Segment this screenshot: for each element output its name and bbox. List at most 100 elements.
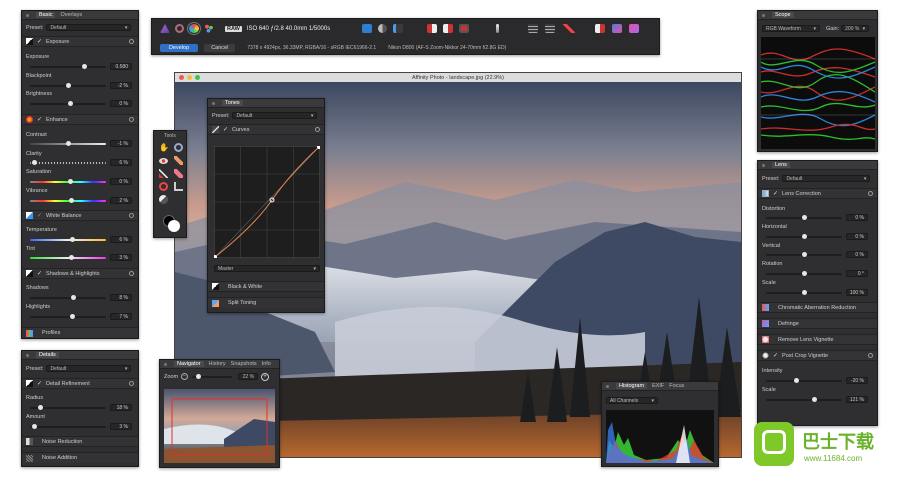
reset-enhance-icon[interactable] [129,117,134,122]
export-persona-icon[interactable] [204,24,214,33]
noise-addition-section[interactable]: Noise Addition [22,452,138,463]
tint-knob[interactable] [69,255,74,260]
horizontal-value[interactable]: 0 % [846,233,868,240]
radius-value[interactable]: 18 % [110,404,132,411]
tint-value[interactable]: 3 % [110,254,132,261]
cancel-button[interactable]: Cancel [204,44,236,52]
rotation-value[interactable]: 0 ° [846,270,868,277]
highlights-value[interactable]: 7 % [110,313,132,320]
curves-channel-select[interactable]: Master ▾ [214,265,320,272]
intensity-knob[interactable] [794,378,799,383]
blemish-tool-icon[interactable] [174,156,183,165]
amount-knob[interactable] [32,424,37,429]
vibrance-knob[interactable] [69,198,74,203]
brightness-slider[interactable] [30,101,106,106]
clipping-shadows-icon[interactable] [427,24,437,33]
tab-focus[interactable]: Focus [669,383,684,389]
saturation-knob[interactable] [68,179,73,184]
rotation-knob[interactable] [802,271,807,276]
contrast-value[interactable]: -1 % [110,140,132,147]
zoom-in-icon[interactable]: + [261,372,270,381]
exposure-value[interactable]: 0.580 [110,63,132,70]
scope-mode-select[interactable]: RGB Waveform ▾ [762,25,820,32]
tones-preset-select[interactable]: Default ▾ [232,112,318,119]
split-toning-section[interactable]: Split Toning [208,297,324,308]
vertical-knob[interactable] [802,252,807,257]
tab-history[interactable]: History [209,361,226,367]
tab-basic[interactable]: Basic [36,12,56,18]
blackpoint-knob[interactable] [66,83,71,88]
develop-button[interactable]: Develop [160,44,199,52]
zoom-tool-icon[interactable] [174,143,183,152]
tint-slider[interactable] [30,255,106,260]
layers-icon[interactable] [545,24,555,33]
reset-lens-correction-icon[interactable] [868,191,873,196]
horizontal-knob[interactable] [802,234,807,239]
clarity-value[interactable]: 6 % [110,159,132,166]
scale-knob[interactable] [802,290,807,295]
saturation-value[interactable]: 0 % [110,178,132,185]
compare-view-icon[interactable] [393,24,403,33]
tab-lens[interactable]: Lens [772,162,790,168]
lens-correction-section[interactable]: ✓ Lens Correction [758,188,877,199]
contrast-slider[interactable] [30,141,106,146]
tab-info[interactable]: Info [262,361,271,367]
split-view-icon[interactable] [362,24,372,33]
gain-select[interactable]: 200 % ▾ [841,25,870,32]
scale-slider[interactable] [766,290,842,295]
exposure-knob[interactable] [82,64,87,69]
amount-value[interactable]: 3 % [110,423,132,430]
tab-overlays[interactable]: Overlays [60,12,82,18]
clarity-slider[interactable] [30,160,106,165]
profiles-section[interactable]: Profiles [22,327,138,338]
zoom-window-icon[interactable] [195,75,200,80]
brush-tool-icon[interactable] [496,24,499,33]
assistant-3-icon[interactable] [629,24,639,33]
tab-tones[interactable]: Tones [222,100,243,106]
overlay-paint-icon[interactable] [159,169,168,178]
assistant-1-icon[interactable] [595,24,605,33]
distortion-slider[interactable] [766,215,842,220]
develop-persona-icon[interactable] [187,22,201,35]
shadows-value[interactable]: 8 % [110,294,132,301]
scale-value[interactable]: 100 % [846,289,868,296]
black-white-section[interactable]: Black & White [208,281,324,292]
radius-slider[interactable] [30,405,106,410]
photo-persona-icon[interactable] [160,24,170,33]
vignette-scale-knob[interactable] [812,397,817,402]
white-balance-section[interactable]: ✓ White Balance [22,210,138,221]
defringe-section[interactable]: Defringe [758,318,877,329]
distortion-knob[interactable] [802,215,807,220]
intensity-value[interactable]: -20 % [846,377,868,384]
red-eye-tool-icon[interactable] [159,158,168,164]
vibrance-slider[interactable] [30,198,106,203]
horizontal-slider[interactable] [766,234,842,239]
chromatic-aberration-section[interactable]: Chromatic Aberration Reduction [758,302,877,313]
liquify-persona-icon[interactable] [175,24,184,33]
shadows-slider[interactable] [30,295,106,300]
color-swatch[interactable] [163,215,180,232]
overlay-erase-icon[interactable] [174,169,183,178]
saturation-slider[interactable] [30,179,106,184]
mirror-view-icon[interactable] [378,24,387,33]
tab-exif[interactable]: EXIF [652,383,664,389]
zoom-out-icon[interactable]: − [181,373,189,380]
enhance-check-icon[interactable]: ✓ [37,116,42,123]
vignette-scale-slider[interactable] [766,397,842,402]
brightness-knob[interactable] [68,101,73,106]
temperature-value[interactable]: 6 % [110,236,132,243]
blackpoint-slider[interactable] [30,83,106,88]
tab-histogram[interactable]: Histogram [616,383,648,389]
vertical-slider[interactable] [766,252,842,257]
lens-preset-select[interactable]: Default ▾ [782,175,871,182]
highlights-knob[interactable] [70,314,75,319]
noise-reduction-section[interactable]: Noise Reduction [22,436,138,447]
clarity-knob[interactable] [32,160,37,165]
clipping-highlights-icon[interactable] [443,24,453,33]
zoom-slider[interactable] [192,373,233,379]
contrast-knob[interactable] [66,141,71,146]
close-window-icon[interactable] [179,75,184,80]
rotation-slider[interactable] [766,271,842,276]
post-crop-vignette-check-icon[interactable]: ✓ [773,352,778,359]
hand-tool-icon[interactable]: ✋ [159,143,169,152]
